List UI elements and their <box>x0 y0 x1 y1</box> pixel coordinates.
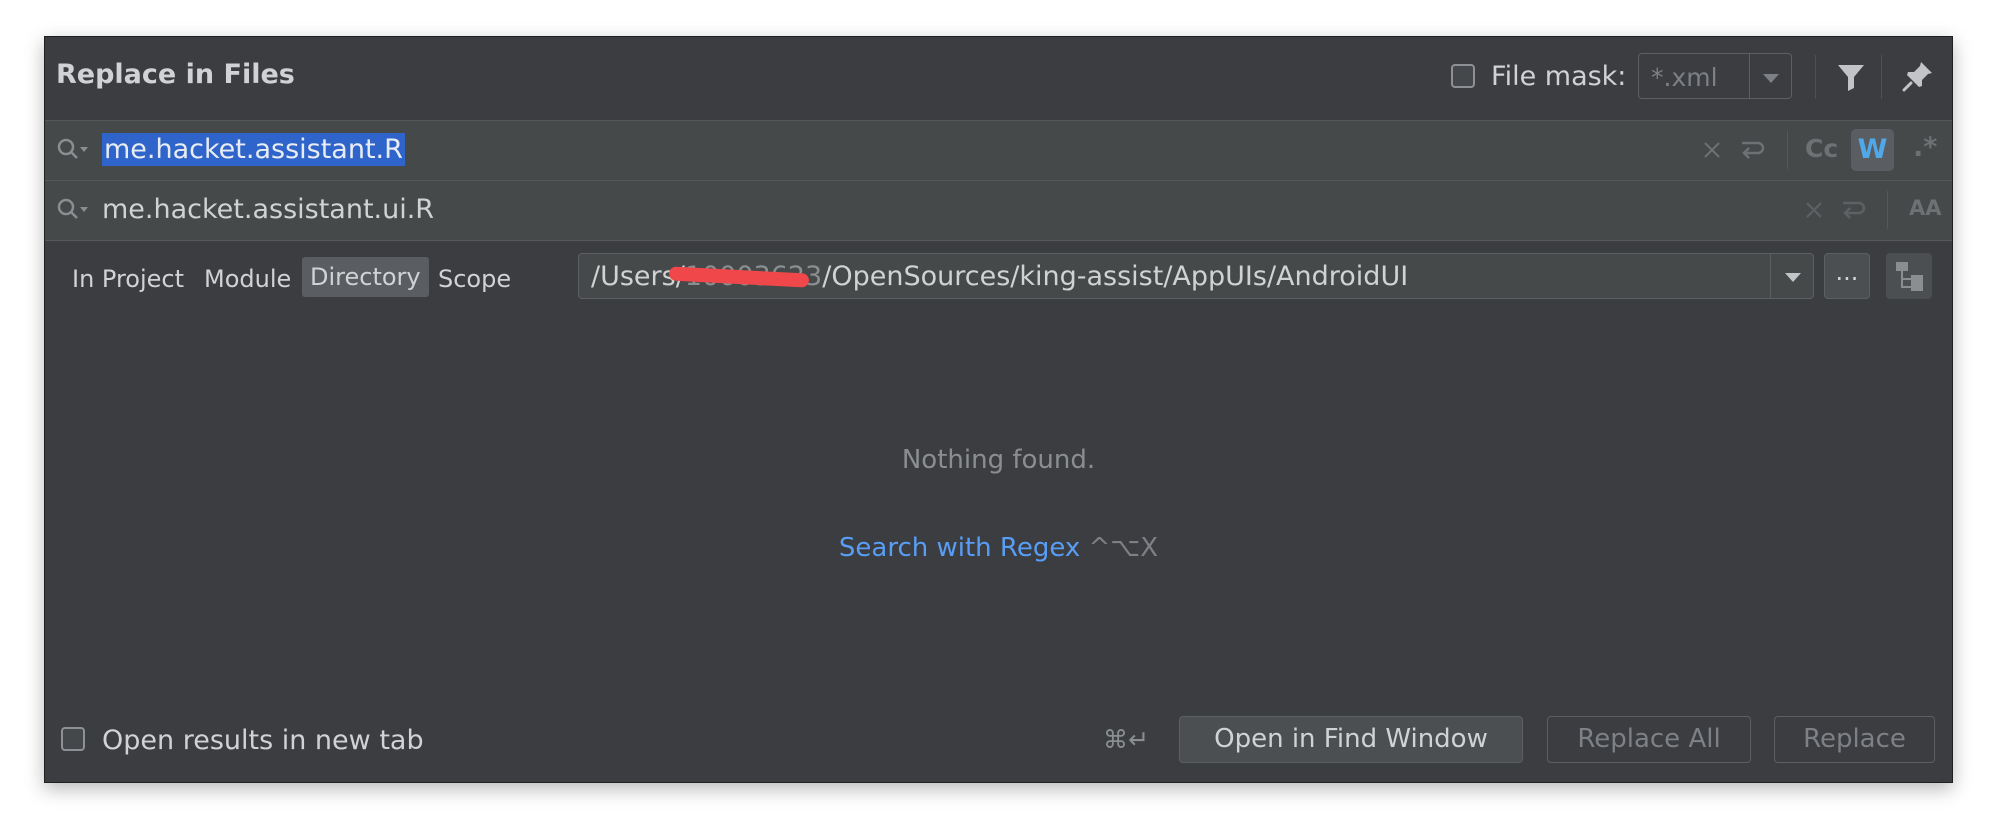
browse-button[interactable]: ... <box>1824 253 1870 299</box>
title-bar: Replace in Files File mask: *.xml <box>45 37 1952 119</box>
find-input-selected-text: me.hacket.assistant.R <box>102 133 405 166</box>
file-mask-value: *.xml <box>1651 63 1718 92</box>
chevron-down-icon[interactable] <box>1785 273 1801 282</box>
open-new-tab-label: Open results in new tab <box>102 725 424 756</box>
find-input[interactable]: me.hacket.assistant.R <box>102 133 405 166</box>
regex-shortcut: ^⌥X <box>1088 533 1159 563</box>
file-mask-label: File mask: <box>1491 61 1627 92</box>
replace-button[interactable]: Replace <box>1774 716 1935 763</box>
dialog-title: Replace in Files <box>56 59 295 90</box>
clear-icon[interactable] <box>1701 139 1723 165</box>
chevron-down-icon[interactable] <box>1763 74 1779 83</box>
preserve-case-toggle[interactable]: AA <box>1909 196 1942 220</box>
words-toggle[interactable]: W <box>1851 129 1894 171</box>
filter-icon[interactable] <box>1835 61 1867 97</box>
tab-in-project[interactable]: In Project <box>72 265 184 293</box>
directory-combo-separator <box>1770 254 1771 298</box>
open-in-find-window-button[interactable]: Open in Find Window <box>1179 716 1523 763</box>
recursive-toggle[interactable] <box>1886 253 1932 299</box>
replace-in-files-dialog: Replace in Files File mask: *.xml me.hac… <box>44 36 1953 783</box>
tab-module[interactable]: Module <box>204 265 291 293</box>
open-new-tab-checkbox[interactable] <box>61 727 85 751</box>
clear-icon[interactable] <box>1803 199 1825 225</box>
file-mask-checkbox[interactable] <box>1451 64 1475 88</box>
tab-scope[interactable]: Scope <box>438 265 511 293</box>
find-row: me.hacket.assistant.R Cc W .* <box>45 120 1952 180</box>
toolbar-separator <box>1815 55 1816 99</box>
search-with-regex-hint: Search with Regex ^⌥X <box>45 533 1952 563</box>
match-case-toggle[interactable]: Cc <box>1805 134 1838 163</box>
file-mask-separator <box>1749 54 1750 98</box>
directory-suffix: /OpenSources/king-assist/AppUIs/AndroidU… <box>822 261 1409 292</box>
options-separator <box>1787 131 1788 169</box>
replace-all-button[interactable]: Replace All <box>1547 716 1751 763</box>
search-history-icon[interactable] <box>56 197 90 227</box>
replace-input[interactable]: me.hacket.assistant.ui.R <box>102 194 434 225</box>
folder-tree-icon <box>1896 262 1923 291</box>
nothing-found-message: Nothing found. <box>901 445 1096 475</box>
new-line-icon[interactable] <box>1738 137 1766 167</box>
file-mask-combo[interactable]: *.xml <box>1638 53 1792 99</box>
regex-toggle[interactable]: .* <box>1913 132 1937 163</box>
new-line-icon[interactable] <box>1839 197 1867 227</box>
search-history-icon[interactable] <box>56 137 90 167</box>
toolbar-separator <box>1881 55 1882 99</box>
search-with-regex-link[interactable]: Search with Regex <box>839 533 1080 563</box>
pin-icon[interactable] <box>1901 59 1935 97</box>
directory-combo[interactable]: /Users/10003623/OpenSources/king-assist/… <box>578 253 1814 299</box>
tab-directory[interactable]: Directory <box>302 257 429 297</box>
replace-row: me.hacket.assistant.ui.R AA <box>45 180 1952 241</box>
enter-shortcut-hint: ⌘↵ <box>1103 725 1149 754</box>
options-separator <box>1887 191 1888 229</box>
